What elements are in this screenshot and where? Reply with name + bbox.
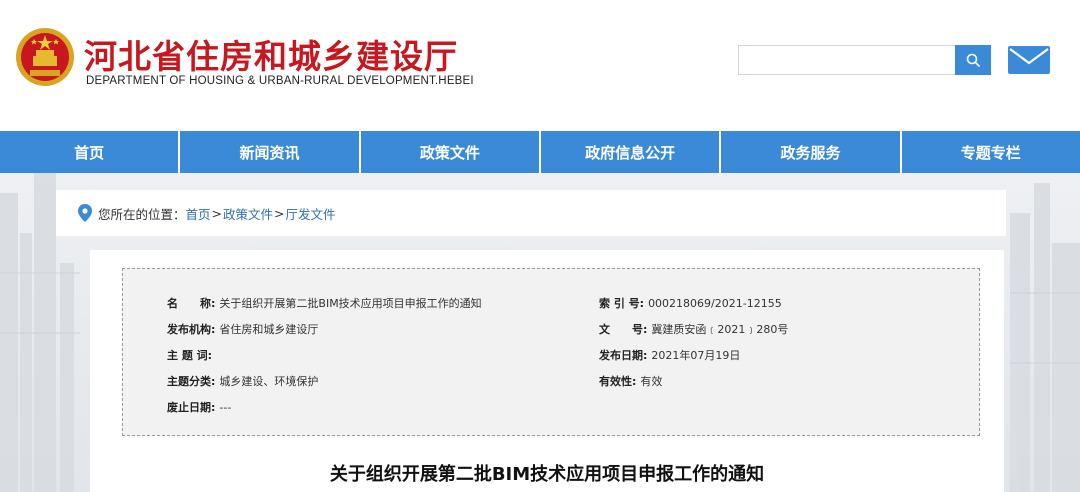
nav-item-services[interactable]: 政务服务	[721, 131, 902, 173]
meta-issuer-value: 省住房和城乡建设厅	[219, 323, 319, 336]
breadcrumb-label: 您所在的位置：	[98, 206, 186, 222]
breadcrumb: 您所在的位置： 首页 > 政策文件 > 厅发文件	[56, 190, 1006, 236]
meta-date-key: 发布日期:	[599, 349, 648, 362]
nav-item-topics[interactable]: 专题专栏	[902, 131, 1080, 173]
location-pin-icon	[78, 204, 92, 222]
content-panel: 名 称: 关于组织开展第二批BIM技术应用项目申报工作的通知 发布机构: 省住房和城…	[90, 250, 1004, 492]
meta-index-value: 000218069/2021-12155	[648, 297, 782, 310]
nav-item-policy[interactable]: 政策文件	[361, 131, 541, 173]
breadcrumb-dept-files[interactable]: 厅发文件	[286, 204, 336, 223]
meta-keywords-key: 主 题 词:	[167, 349, 213, 362]
meta-index-key: 索 引 号:	[599, 297, 645, 310]
meta-abolish-row: 废止日期: ---	[167, 399, 231, 415]
meta-abolish-key: 废止日期:	[167, 401, 216, 414]
main-nav: 首页 新闻资讯 政策文件 政府信息公开 政务服务 专题专栏	[0, 131, 1080, 173]
meta-category-row: 主题分类: 城乡建设、环境保护	[167, 373, 318, 389]
nav-item-news[interactable]: 新闻资讯	[180, 131, 361, 173]
meta-category-key: 主题分类:	[167, 375, 216, 388]
meta-index-row: 索 引 号: 000218069/2021-12155	[599, 295, 782, 311]
meta-date-value: 2021年07月19日	[651, 349, 741, 362]
meta-name-value: 关于组织开展第二批BIM技术应用项目申报工作的通知	[219, 297, 482, 310]
mail-button[interactable]	[1008, 46, 1050, 74]
meta-docno-value: 冀建质安函﹝2021﹞280号	[651, 323, 789, 336]
meta-category-value: 城乡建设、环境保护	[219, 375, 319, 388]
mail-icon	[1008, 46, 1050, 74]
nav-item-gov-info[interactable]: 政府信息公开	[541, 131, 722, 173]
search-icon	[966, 53, 980, 67]
national-emblem-icon[interactable]	[14, 26, 76, 88]
site-header: 河北省住房和城乡建设厅 DEPARTMENT OF HOUSING & URBA…	[0, 0, 1080, 131]
meta-validity-value: 有效	[640, 375, 663, 388]
breadcrumb-separator: >	[274, 205, 285, 221]
document-metadata: 名 称: 关于组织开展第二批BIM技术应用项目申报工作的通知 发布机构: 省住房和城…	[122, 268, 980, 436]
site-title[interactable]: 河北省住房和城乡建设厅	[84, 30, 458, 78]
meta-abolish-value: ---	[219, 401, 232, 414]
breadcrumb-policy[interactable]: 政策文件	[223, 204, 273, 223]
meta-validity-key: 有效性:	[599, 375, 637, 388]
meta-docno-key: 文 号:	[599, 323, 648, 336]
meta-name-row: 名 称: 关于组织开展第二批BIM技术应用项目申报工作的通知	[167, 295, 482, 311]
nav-item-home[interactable]: 首页	[0, 131, 181, 173]
meta-date-row: 发布日期: 2021年07月19日	[599, 347, 740, 363]
meta-keywords-row: 主 题 词:	[167, 347, 216, 363]
meta-issuer-row: 发布机构: 省住房和城乡建设厅	[167, 321, 318, 337]
search-input[interactable]	[738, 45, 956, 75]
site-subtitle: DEPARTMENT OF HOUSING & URBAN-RURAL DEVE…	[86, 75, 474, 87]
meta-name-key: 名 称:	[167, 297, 216, 310]
meta-docno-row: 文 号: 冀建质安函﹝2021﹞280号	[599, 321, 788, 337]
search-button[interactable]	[955, 45, 991, 75]
breadcrumb-home[interactable]: 首页	[186, 204, 211, 223]
breadcrumb-separator: >	[211, 205, 223, 221]
meta-issuer-key: 发布机构:	[167, 323, 216, 336]
document-title: 关于组织开展第二批BIM技术应用项目申报工作的通知	[329, 464, 765, 485]
meta-validity-row: 有效性: 有效	[599, 373, 662, 389]
